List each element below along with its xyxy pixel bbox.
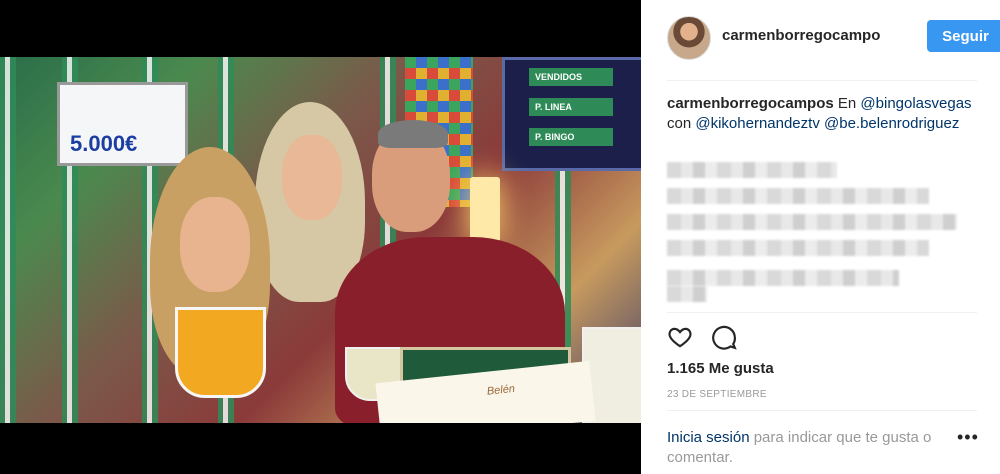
comment-icon[interactable]	[711, 324, 739, 352]
post-photo[interactable]: 5.000€ VENDIDOS P. LINEA P. BINGO Belén	[0, 57, 641, 423]
post-sidebar: carmenborregocampos Seguir carmenborrego…	[641, 0, 1000, 474]
heart-icon[interactable]	[667, 324, 695, 352]
mention-link[interactable]: @bingolasvegas	[860, 95, 971, 112]
lamp	[470, 177, 500, 242]
prize-screen: 5.000€	[57, 82, 188, 166]
follow-button[interactable]: Seguir	[927, 20, 1000, 52]
drink-glass	[175, 307, 266, 398]
login-link[interactable]: Inicia sesión	[667, 429, 750, 446]
person-hair	[378, 120, 448, 148]
blurred-line	[667, 188, 929, 204]
caption-text: En	[833, 95, 861, 112]
caption-username[interactable]: carmenborregocampos	[667, 95, 834, 112]
blurred-line	[667, 214, 957, 230]
person-face	[282, 135, 342, 220]
username-link[interactable]: carmenborregocampos	[722, 27, 880, 44]
card-text: Belén	[486, 382, 516, 398]
blurred-comments	[667, 162, 967, 302]
person-face	[180, 197, 250, 292]
instagram-post-embed: 5.000€ VENDIDOS P. LINEA P. BINGO Belén	[0, 0, 1000, 474]
mention-link[interactable]: @be.belenrodriguez	[824, 115, 959, 132]
board-row: VENDIDOS	[529, 68, 613, 86]
mention-link[interactable]: @kikohernandeztv	[695, 115, 819, 132]
post-date[interactable]: 23 de septiembre	[667, 389, 767, 400]
divider	[667, 410, 977, 411]
media-panel: 5.000€ VENDIDOS P. LINEA P. BINGO Belén	[0, 0, 641, 474]
board-row: P. LINEA	[529, 98, 613, 116]
login-prompt: Inicia sesión para indicar que te gusta …	[667, 428, 957, 468]
more-icon[interactable]: •••	[957, 428, 979, 446]
action-bar	[667, 324, 747, 354]
blurred-line	[667, 240, 929, 256]
avatar[interactable]	[667, 16, 711, 60]
divider	[667, 312, 977, 313]
caption-text: con	[667, 115, 696, 132]
divider	[667, 80, 977, 81]
board-row: P. BINGO	[529, 128, 613, 146]
decor-stripe	[0, 57, 16, 423]
blurred-line	[667, 270, 899, 286]
blurred-line	[667, 286, 707, 302]
post-caption: carmenborregocampos En @bingolasvegas co…	[667, 94, 972, 134]
blurred-line	[667, 162, 837, 178]
bingo-board: VENDIDOS P. LINEA P. BINGO	[502, 57, 641, 171]
prize-amount: 5.000€	[70, 131, 138, 156]
post-header: carmenborregocampos Seguir	[667, 15, 1000, 63]
likes-count[interactable]: 1.165 Me gusta	[667, 360, 774, 377]
